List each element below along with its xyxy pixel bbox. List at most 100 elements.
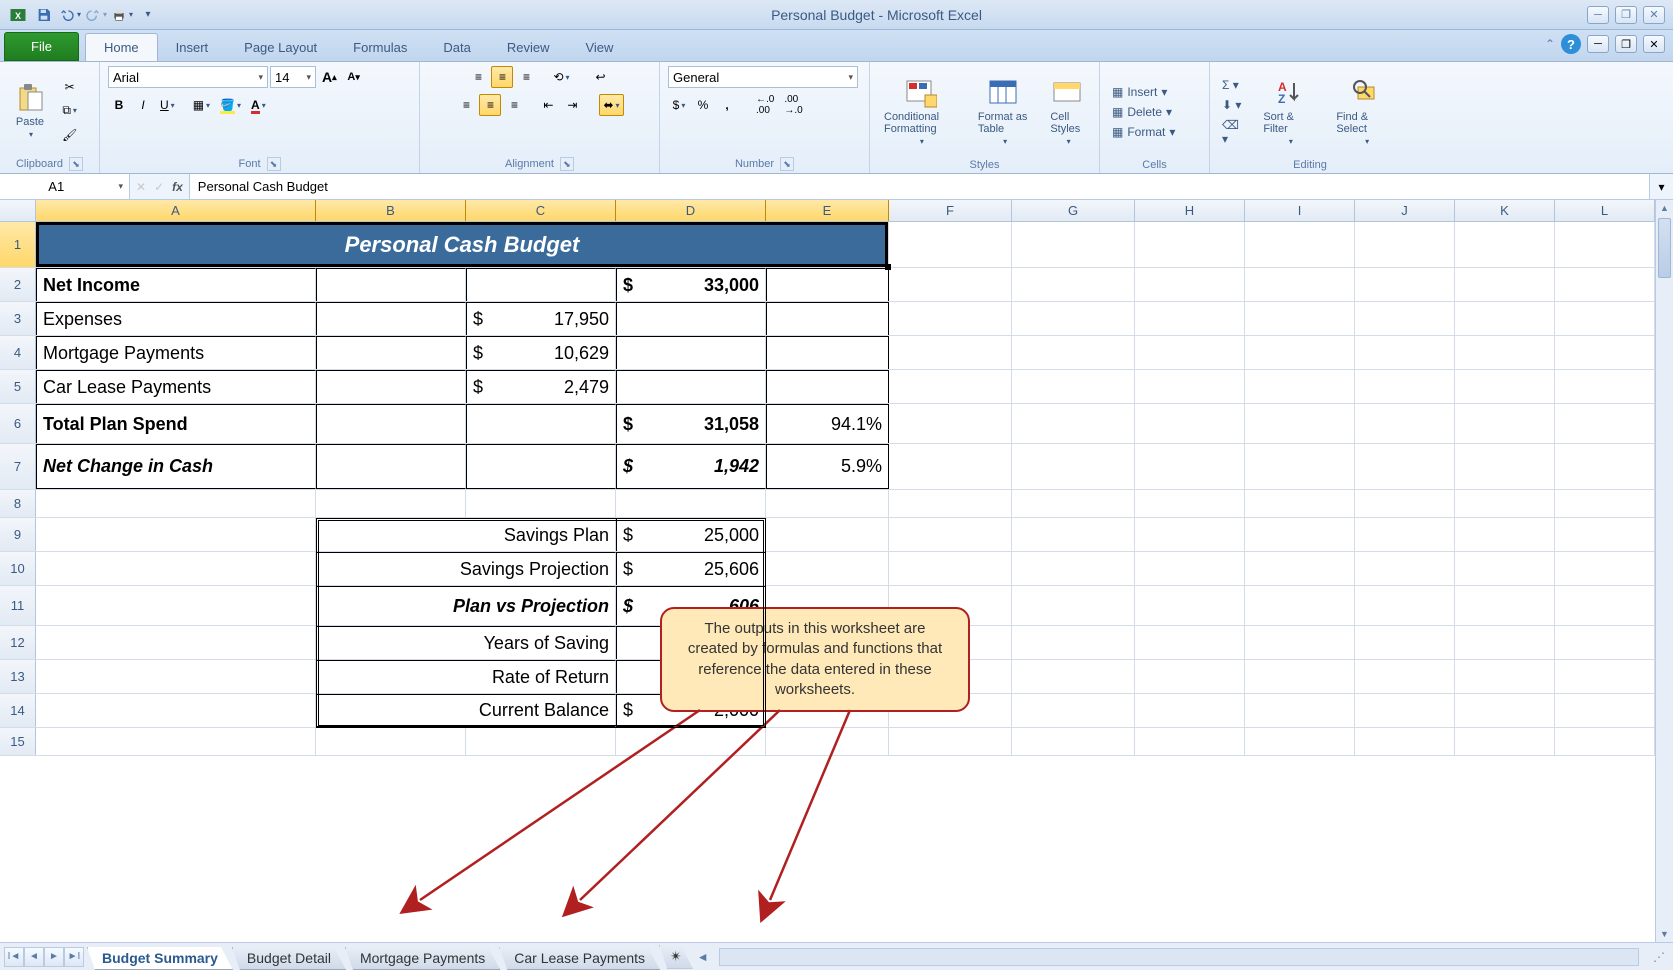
align-center-icon[interactable]: ≡: [479, 94, 501, 116]
cell-I12[interactable]: [1245, 626, 1355, 659]
cell-H8[interactable]: [1135, 490, 1245, 517]
cell-L7[interactable]: [1555, 444, 1655, 489]
cell-L2[interactable]: [1555, 268, 1655, 301]
cell-B5[interactable]: [316, 370, 466, 403]
cell-G7[interactable]: [1012, 444, 1135, 489]
first-sheet-icon[interactable]: I◄: [4, 947, 24, 967]
column-header-D[interactable]: D: [616, 200, 766, 221]
cell-D6[interactable]: $31,058: [616, 404, 766, 443]
cell-L14[interactable]: [1555, 694, 1655, 727]
scroll-down-icon[interactable]: ▼: [1656, 926, 1673, 942]
cell-J14[interactable]: [1355, 694, 1455, 727]
cell-E15[interactable]: [766, 728, 889, 755]
cell-G6[interactable]: [1012, 404, 1135, 443]
cell-B15[interactable]: [316, 728, 466, 755]
merge-center-icon[interactable]: ⬌▾: [599, 94, 623, 116]
cell-L3[interactable]: [1555, 302, 1655, 335]
column-header-G[interactable]: G: [1012, 200, 1135, 221]
cell-B14[interactable]: Current Balance: [316, 694, 616, 727]
select-all-corner[interactable]: [0, 200, 36, 221]
cell-L15[interactable]: [1555, 728, 1655, 755]
cell-K5[interactable]: [1455, 370, 1555, 403]
cell-L8[interactable]: [1555, 490, 1655, 517]
excel-icon[interactable]: X: [6, 3, 30, 27]
cell-I9[interactable]: [1245, 518, 1355, 551]
cell-G13[interactable]: [1012, 660, 1135, 693]
cell-J13[interactable]: [1355, 660, 1455, 693]
cell-I1[interactable]: [1245, 222, 1355, 267]
number-format-combo[interactable]: General▾: [668, 66, 858, 88]
orientation-icon[interactable]: ⟲▾: [549, 66, 573, 88]
cell-A11[interactable]: [36, 586, 316, 625]
cell-I14[interactable]: [1245, 694, 1355, 727]
cell-D4[interactable]: [616, 336, 766, 369]
cell-H14[interactable]: [1135, 694, 1245, 727]
cell-A7[interactable]: Net Change in Cash: [36, 444, 316, 489]
cell-H10[interactable]: [1135, 552, 1245, 585]
tab-scroll-right-icon[interactable]: ◄: [693, 950, 713, 964]
underline-button[interactable]: U▾: [156, 94, 179, 116]
cell-E2[interactable]: [766, 268, 889, 301]
number-dialog-launcher[interactable]: ⬊: [780, 157, 794, 171]
cell-J4[interactable]: [1355, 336, 1455, 369]
cell-E8[interactable]: [766, 490, 889, 517]
cell-D5[interactable]: [616, 370, 766, 403]
find-select-button[interactable]: Find & Select▾: [1330, 75, 1402, 148]
increase-indent-icon[interactable]: ⇥: [561, 94, 583, 116]
sheet-tab-car-lease-payments[interactable]: Car Lease Payments: [499, 947, 660, 970]
cell-F2[interactable]: [889, 268, 1012, 301]
cell-I13[interactable]: [1245, 660, 1355, 693]
cell-G10[interactable]: [1012, 552, 1135, 585]
cell-B2[interactable]: [316, 268, 466, 301]
workbook-close-button[interactable]: ✕: [1643, 35, 1665, 53]
cell-C8[interactable]: [466, 490, 616, 517]
minimize-ribbon-icon[interactable]: ⌃: [1545, 37, 1555, 51]
horizontal-scrollbar[interactable]: [719, 948, 1639, 966]
expand-formula-bar-icon[interactable]: ▾: [1649, 174, 1673, 199]
row-header-11[interactable]: 11: [0, 586, 36, 625]
cell-C6[interactable]: [466, 404, 616, 443]
cell-L13[interactable]: [1555, 660, 1655, 693]
cell-I5[interactable]: [1245, 370, 1355, 403]
cell-J15[interactable]: [1355, 728, 1455, 755]
row-header-6[interactable]: 6: [0, 404, 36, 443]
last-sheet-icon[interactable]: ►I: [64, 947, 84, 967]
help-icon[interactable]: ?: [1561, 34, 1581, 54]
column-header-A[interactable]: A: [36, 200, 316, 221]
align-left-icon[interactable]: ≡: [455, 94, 477, 116]
cell-H4[interactable]: [1135, 336, 1245, 369]
cell-J1[interactable]: [1355, 222, 1455, 267]
qat-customize-icon[interactable]: ▾: [136, 3, 160, 27]
cell-B13[interactable]: Rate of Return: [316, 660, 616, 693]
cell-L1[interactable]: [1555, 222, 1655, 267]
font-name-combo[interactable]: Arial▾: [108, 66, 268, 88]
tab-insert[interactable]: Insert: [158, 34, 227, 61]
cell-A15[interactable]: [36, 728, 316, 755]
cell-K8[interactable]: [1455, 490, 1555, 517]
column-header-B[interactable]: B: [316, 200, 466, 221]
cell-K11[interactable]: [1455, 586, 1555, 625]
cell-H3[interactable]: [1135, 302, 1245, 335]
cell-J11[interactable]: [1355, 586, 1455, 625]
row-header-3[interactable]: 3: [0, 302, 36, 335]
currency-format-icon[interactable]: $▾: [668, 94, 690, 116]
cell-B8[interactable]: [316, 490, 466, 517]
format-cells-button[interactable]: ▦ Format ▾: [1108, 124, 1179, 140]
tab-data[interactable]: Data: [425, 34, 488, 61]
paste-button[interactable]: Paste ▾: [8, 80, 52, 141]
cell-A4[interactable]: Mortgage Payments: [36, 336, 316, 369]
cell-E10[interactable]: [766, 552, 889, 585]
name-box-input[interactable]: [0, 179, 112, 194]
cell-I10[interactable]: [1245, 552, 1355, 585]
column-header-I[interactable]: I: [1245, 200, 1355, 221]
font-size-combo[interactable]: 14▾: [270, 66, 316, 88]
column-header-K[interactable]: K: [1455, 200, 1555, 221]
increase-decimal-icon[interactable]: ←.0.00: [752, 94, 778, 116]
row-header-12[interactable]: 12: [0, 626, 36, 659]
cell-J7[interactable]: [1355, 444, 1455, 489]
cell-styles-button[interactable]: Cell Styles▾: [1044, 75, 1091, 148]
cell-F9[interactable]: [889, 518, 1012, 551]
cell-K10[interactable]: [1455, 552, 1555, 585]
conditional-formatting-button[interactable]: Conditional Formatting▾: [878, 75, 964, 148]
cell-K9[interactable]: [1455, 518, 1555, 551]
